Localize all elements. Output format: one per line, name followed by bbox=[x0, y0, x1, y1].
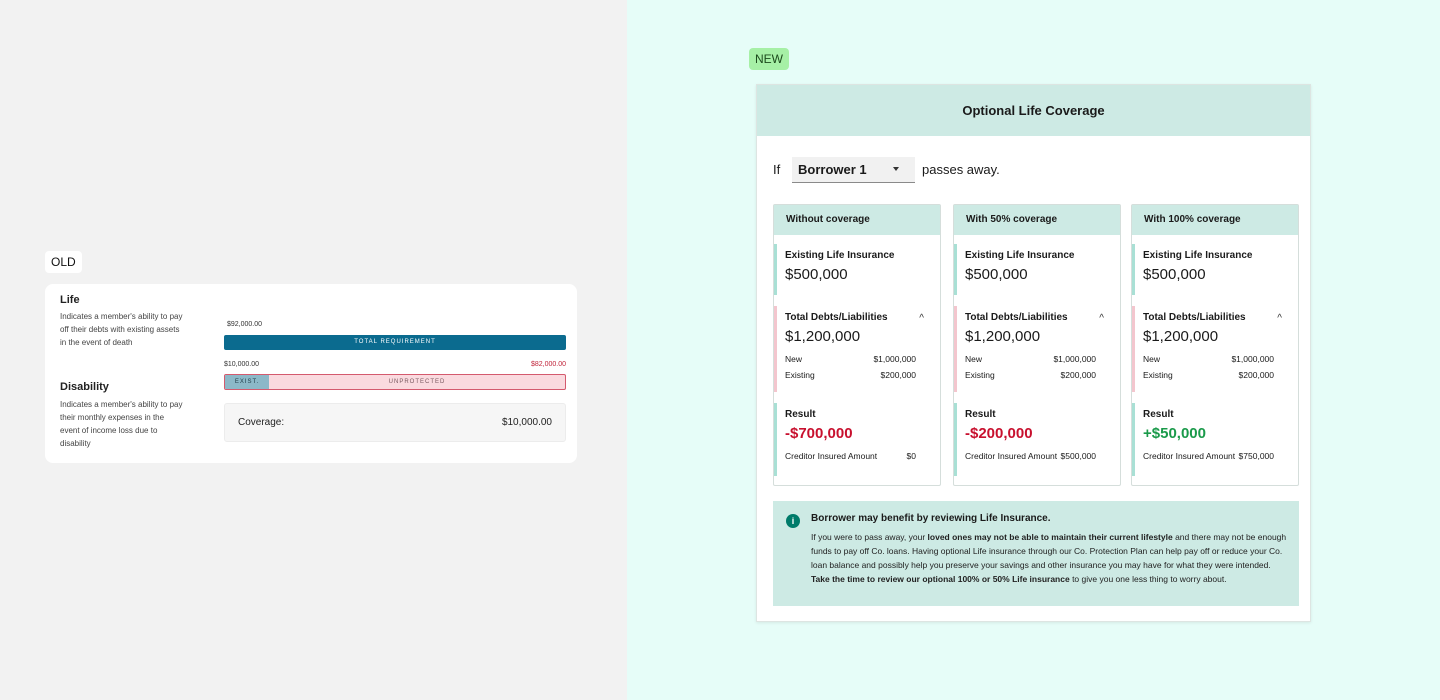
existing-insurance-label: Existing Life Insurance bbox=[785, 250, 895, 261]
existing-debt-row: Existing $200,000 bbox=[1143, 367, 1286, 383]
creditor-row: Creditor Insured Amount $750,000 bbox=[1143, 448, 1286, 464]
debts-value: $1,200,000 bbox=[965, 328, 1041, 345]
new-debt-row: New $1,000,000 bbox=[965, 351, 1108, 367]
new-debt-label: New bbox=[1143, 354, 1161, 364]
existing-debt-label: Existing bbox=[1143, 370, 1173, 380]
result-value: +$50,000 bbox=[1143, 425, 1206, 442]
total-requirement-amount: $92,000.00 bbox=[227, 321, 263, 328]
result-section: Result +$50,000 Creditor Insured Amount … bbox=[1132, 403, 1298, 476]
debts-label: Total Debts/Liabilities bbox=[1143, 312, 1246, 323]
info-bold-1: loved ones may not be able to maintain t… bbox=[927, 532, 1173, 542]
new-debt-value: $1,000,000 bbox=[1053, 354, 1096, 364]
new-debt-label: New bbox=[785, 354, 803, 364]
old-coverage-card: Life Indicates a member's ability to pay… bbox=[45, 284, 577, 463]
existing-insurance-label: Existing Life Insurance bbox=[1143, 250, 1253, 261]
debts-section: Total Debts/Liabilities ^ $1,200,000 New… bbox=[954, 306, 1120, 392]
info-bold-2: Take the time to review our optional 100… bbox=[811, 574, 1070, 584]
existing-insurance-value: $500,000 bbox=[965, 266, 1028, 283]
creditor-row: Creditor Insured Amount $0 bbox=[785, 448, 928, 464]
existing-insurance-value: $500,000 bbox=[785, 266, 848, 283]
scenario-column-without-coverage: Without coverage Existing Life Insurance… bbox=[773, 204, 941, 486]
existing-amount: $10,000.00 bbox=[224, 361, 260, 368]
existing-insurance-section: Existing Life Insurance $500,000 bbox=[954, 244, 1120, 295]
result-label: Result bbox=[965, 409, 996, 420]
life-description: Indicates a member's ability to pay off … bbox=[60, 312, 183, 347]
existing-debt-value: $200,000 bbox=[880, 370, 916, 380]
info-body: If you were to pass away, your loved one… bbox=[811, 530, 1287, 586]
borrower-selected-value: Borrower 1 bbox=[798, 162, 867, 177]
existing-insurance-section: Existing Life Insurance $500,000 bbox=[1132, 244, 1298, 295]
disability-title: Disability bbox=[60, 381, 109, 393]
result-value: -$200,000 bbox=[965, 425, 1033, 442]
creditor-label: Creditor Insured Amount bbox=[1143, 451, 1236, 461]
total-requirement-bar: TOTAL REQUIREMENT bbox=[224, 335, 566, 350]
existing-insurance-section: Existing Life Insurance $500,000 bbox=[774, 244, 940, 295]
scenario-column-50-coverage: With 50% coverage Existing Life Insuranc… bbox=[953, 204, 1121, 486]
passes-away-text: passes away. bbox=[922, 162, 1000, 177]
old-tag: OLD bbox=[45, 251, 82, 273]
coverage-split-bar: EXIST. UNPROTECTED bbox=[224, 374, 566, 390]
creditor-value: $500,000 bbox=[1060, 451, 1096, 461]
existing-debt-row: Existing $200,000 bbox=[785, 367, 928, 383]
new-debt-label: New bbox=[965, 354, 983, 364]
debts-label: Total Debts/Liabilities bbox=[785, 312, 888, 323]
disability-description: Indicates a member's ability to pay thei… bbox=[60, 400, 183, 448]
existing-debt-value: $200,000 bbox=[1238, 370, 1274, 380]
new-debt-value: $1,000,000 bbox=[1231, 354, 1274, 364]
existing-debt-row: Existing $200,000 bbox=[965, 367, 1108, 383]
debts-value: $1,200,000 bbox=[1143, 328, 1219, 345]
chevron-up-icon[interactable]: ^ bbox=[919, 313, 924, 324]
column-title: With 50% coverage bbox=[954, 205, 1120, 235]
scenario-column-100-coverage: With 100% coverage Existing Life Insuran… bbox=[1131, 204, 1299, 486]
coverage-label: Coverage: bbox=[238, 417, 285, 428]
new-tag: NEW bbox=[749, 48, 789, 70]
creditor-label: Creditor Insured Amount bbox=[785, 451, 878, 461]
info-text-1: If you were to pass away, your bbox=[811, 532, 928, 542]
creditor-row: Creditor Insured Amount $500,000 bbox=[965, 448, 1108, 464]
coverage-value: $10,000.00 bbox=[501, 417, 552, 428]
unprotected-amount: $82,000.00 bbox=[530, 361, 566, 368]
creditor-value: $750,000 bbox=[1238, 451, 1274, 461]
column-title: Without coverage bbox=[774, 205, 940, 235]
result-label: Result bbox=[785, 409, 816, 420]
creditor-label: Creditor Insured Amount bbox=[965, 451, 1058, 461]
result-section: Result -$200,000 Creditor Insured Amount… bbox=[954, 403, 1120, 476]
caret-down-icon bbox=[893, 167, 899, 171]
chevron-up-icon[interactable]: ^ bbox=[1277, 313, 1282, 324]
existing-insurance-label: Existing Life Insurance bbox=[965, 250, 1075, 261]
existing-debt-label: Existing bbox=[785, 370, 815, 380]
existing-debt-label: Existing bbox=[965, 370, 995, 380]
card-header: Optional Life Coverage bbox=[757, 85, 1310, 136]
coverage-summary: Coverage: $10,000.00 bbox=[224, 403, 566, 442]
debts-value: $1,200,000 bbox=[785, 328, 861, 345]
existing-insurance-value: $500,000 bbox=[1143, 266, 1206, 283]
chevron-up-icon[interactable]: ^ bbox=[1099, 313, 1104, 324]
new-debt-row: New $1,000,000 bbox=[1143, 351, 1286, 367]
debts-section: Total Debts/Liabilities ^ $1,200,000 New… bbox=[774, 306, 940, 392]
debts-label: Total Debts/Liabilities bbox=[965, 312, 1068, 323]
borrower-dropdown[interactable]: Borrower 1 bbox=[792, 157, 915, 183]
info-banner: i Borrower may benefit by reviewing Life… bbox=[773, 501, 1299, 606]
result-section: Result -$700,000 Creditor Insured Amount… bbox=[774, 403, 940, 476]
if-text: If bbox=[773, 162, 781, 177]
life-title: Life bbox=[60, 294, 80, 306]
unprotected-bar-segment: UNPROTECTED bbox=[388, 379, 446, 385]
result-value: -$700,000 bbox=[785, 425, 853, 442]
new-debt-row: New $1,000,000 bbox=[785, 351, 928, 367]
debts-section: Total Debts/Liabilities ^ $1,200,000 New… bbox=[1132, 306, 1298, 392]
new-debt-value: $1,000,000 bbox=[873, 354, 916, 364]
info-text-3: to give you one less thing to worry abou… bbox=[1069, 574, 1227, 584]
existing-bar-segment: EXIST. bbox=[225, 375, 269, 389]
creditor-value: $0 bbox=[906, 451, 916, 461]
info-title: Borrower may benefit by reviewing Life I… bbox=[811, 513, 1051, 524]
new-coverage-card: Optional Life Coverage If Borrower 1 pas… bbox=[756, 84, 1311, 622]
existing-debt-value: $200,000 bbox=[1060, 370, 1096, 380]
info-icon: i bbox=[786, 514, 800, 528]
result-label: Result bbox=[1143, 409, 1174, 420]
column-title: With 100% coverage bbox=[1132, 205, 1298, 235]
